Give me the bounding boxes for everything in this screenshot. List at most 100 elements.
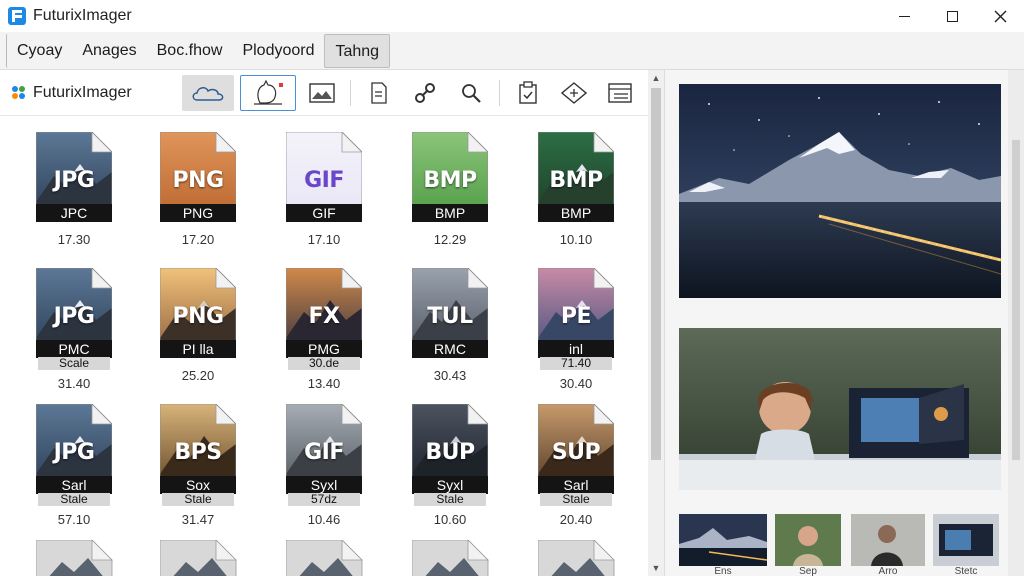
file-format-label: RMC <box>412 340 488 358</box>
menu-bar: Cyoay Anages Boc.fhow Plodyoord Tahng <box>0 32 1024 70</box>
toolbar: FuturixImager <box>0 70 648 116</box>
thumbnail-strip: Ens Sep Arro Stetc <box>679 514 1009 576</box>
document-icon <box>371 81 387 104</box>
file-scale-label: 30.de <box>288 357 360 370</box>
file-type-label: BPS <box>174 440 222 465</box>
file-scale-label: 57dz <box>288 493 360 506</box>
image-button[interactable] <box>302 75 342 111</box>
brand-logo-icon <box>12 85 26 100</box>
thumbnail-item[interactable]: Ens <box>679 514 768 576</box>
thumbnail-item[interactable]: Stetc <box>933 514 999 576</box>
file-type-label: TUL <box>427 304 473 329</box>
file-document-icon <box>412 540 489 576</box>
preview-image-mountain[interactable] <box>679 84 1001 298</box>
file-scale-label: Stale <box>162 493 234 506</box>
file-scale-label: Stale <box>414 493 486 506</box>
file-size-label: 12.29 <box>433 232 467 247</box>
preview-pane: Ens Sep Arro Stetc <box>664 70 1024 576</box>
file-thumbnail: JPG PMC Scale <box>36 268 112 370</box>
layout-button[interactable] <box>600 75 640 111</box>
file-type-label: BUP <box>425 440 475 465</box>
file-scale-label: Stale <box>38 493 110 506</box>
diamond-icon <box>561 81 587 104</box>
file-type-label: SUP <box>551 440 601 465</box>
close-button[interactable] <box>976 0 1024 32</box>
file-type-label: BMP <box>423 168 477 193</box>
file-type-label: PNG <box>172 168 224 193</box>
search-icon <box>462 83 481 103</box>
file-thumbnail: BMP BMP <box>412 132 488 222</box>
sketch-button[interactable] <box>240 74 296 111</box>
app-logo-icon <box>8 7 26 25</box>
file-thumbnail: BMP BMP <box>538 132 614 222</box>
search-button[interactable] <box>451 75 491 111</box>
title-bar: FuturixImager <box>0 0 1024 32</box>
thumbnail-caption: Arro <box>878 566 898 576</box>
file-document-icon <box>160 540 237 576</box>
toolbar-divider <box>350 79 351 106</box>
maximize-button[interactable] <box>928 0 976 32</box>
file-size-label: 57.10 <box>57 512 91 527</box>
link-icon <box>415 82 435 103</box>
file-size-label: 30.43 <box>433 368 467 383</box>
window-title: FuturixImager <box>33 7 132 24</box>
thumbnail-item[interactable]: Arro <box>851 514 925 576</box>
layout-icon <box>608 82 632 103</box>
scroll-up-arrow-icon[interactable]: ▲ <box>648 70 664 86</box>
preview-scrollbar[interactable] <box>1008 70 1024 576</box>
file-type-label: PNG <box>172 304 224 329</box>
menu-item-anages[interactable]: Anages <box>72 34 146 68</box>
scroll-down-arrow-icon[interactable]: ▼ <box>648 560 664 576</box>
file-format-label: GIF <box>286 204 362 222</box>
file-thumbnail: GIF GIF <box>286 132 362 222</box>
preview-image-child[interactable] <box>679 328 1001 490</box>
file-type-label: GIF <box>304 168 344 193</box>
cloud-icon <box>192 86 224 101</box>
file-thumbnail: GIF Syxl 57dz <box>286 404 362 506</box>
menu-item-bocfhow[interactable]: Boc.fhow <box>147 34 233 68</box>
brand-label: FuturixImager <box>33 83 132 101</box>
file-type-label: JPG <box>53 440 95 465</box>
file-thumbnail: SUP Sarl Stale <box>538 404 614 506</box>
file-size-label: 30.40 <box>559 376 593 391</box>
diamond-button[interactable] <box>554 75 594 111</box>
file-thumbnail: JPG JPC <box>36 132 112 222</box>
file-type-label: JPG <box>53 304 95 329</box>
file-size-label: 20.40 <box>559 512 593 527</box>
clipboard-button[interactable] <box>508 75 548 111</box>
file-grid-scrollbar[interactable]: ▲ ▼ <box>648 70 664 576</box>
window-controls <box>880 0 1024 32</box>
file-type-label: FX <box>308 304 341 329</box>
file-thumbnail: JPG Sarl Stale <box>36 404 112 506</box>
file-document-icon <box>286 540 363 576</box>
menu-item-cyoay[interactable]: Cyoay <box>6 33 72 68</box>
file-format-label: JPC <box>36 204 112 222</box>
file-type-label: PE <box>560 304 592 329</box>
file-format-label: PNG <box>160 204 236 222</box>
file-type-label: BMP <box>549 168 603 193</box>
brand: FuturixImager <box>12 84 182 102</box>
file-thumbnail: BPS Sox Stale <box>160 404 236 506</box>
link-button[interactable] <box>405 75 445 111</box>
menu-item-plodyoord[interactable]: Plodyoord <box>232 34 324 68</box>
file-scale-label: Stale <box>540 493 612 506</box>
file-size-label: 10.46 <box>307 512 341 527</box>
file-size-label: 31.47 <box>181 512 215 527</box>
cloud-button[interactable] <box>182 74 234 111</box>
file-size-label: 10.60 <box>433 512 467 527</box>
document-button[interactable] <box>359 75 399 111</box>
file-thumbnail: TUL RMC <box>412 268 488 358</box>
thumbnail-caption: Ens <box>714 566 732 576</box>
scroll-thumb[interactable] <box>651 88 661 460</box>
cat-sketch-icon <box>254 79 283 105</box>
file-format-label: PI lla <box>160 340 236 358</box>
file-size-label: 17.10 <box>307 232 341 247</box>
minimize-button[interactable] <box>880 0 928 32</box>
menu-item-tahng[interactable]: Tahng <box>324 33 391 68</box>
toolbar-divider <box>499 79 500 106</box>
file-browser-pane: FuturixImager JPG JPC 17.30 PNG PNG 17.2… <box>0 70 664 576</box>
thumbnail-item[interactable]: Sep <box>775 514 841 576</box>
file-format-label: BMP <box>412 204 488 222</box>
file-thumbnail: PNG PNG <box>160 132 236 222</box>
preview-scroll-thumb[interactable] <box>1012 140 1020 460</box>
